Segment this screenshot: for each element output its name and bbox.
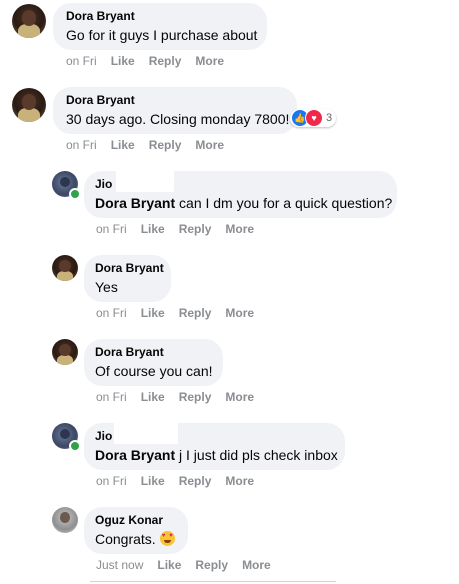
comment-author[interactable]: Dora Bryant	[66, 9, 135, 23]
avatar-dora-bryant[interactable]	[52, 339, 78, 365]
comment-text: Of course you can!	[95, 363, 213, 379]
like-button[interactable]: Like	[141, 390, 165, 404]
reply-button[interactable]: Reply	[149, 54, 182, 68]
reply-button[interactable]: Reply	[179, 222, 212, 236]
more-button[interactable]: More	[242, 558, 271, 572]
comment-actions: on Fri Like Reply More	[96, 390, 268, 404]
reply-button[interactable]: Reply	[179, 474, 212, 488]
comment-text: Go for it guys I purchase about	[66, 27, 258, 43]
reply-button[interactable]: Reply	[195, 558, 228, 572]
more-button[interactable]: More	[195, 54, 224, 68]
comment-time[interactable]: Just now	[96, 558, 143, 572]
like-button[interactable]: Like	[111, 138, 135, 152]
comment-actions: Just now Like Reply More	[96, 558, 285, 572]
comment-time[interactable]: on Fri	[66, 54, 97, 68]
online-status-icon	[69, 440, 81, 452]
like-button[interactable]: Like	[111, 54, 135, 68]
comment-time[interactable]: on Fri	[96, 222, 127, 236]
like-button[interactable]: Like	[157, 558, 181, 572]
comment-author[interactable]: Dora Bryant	[66, 93, 135, 107]
avatar-dora-bryant[interactable]	[52, 255, 78, 281]
comment-text: 30 days ago. Closing monday 7800!	[66, 111, 290, 127]
comment-actions: on Fri Like Reply More	[96, 306, 268, 320]
like-button[interactable]: Like	[141, 222, 165, 236]
comment-author[interactable]: Oguz Konar	[95, 513, 163, 527]
comment-text: Congrats.	[95, 531, 175, 547]
reaction-count: 3	[326, 112, 333, 124]
heart-icon: ♥	[305, 109, 323, 127]
avatar-oguz-konar[interactable]	[52, 507, 78, 533]
comment-text: Dora Bryant j I just did pls check inbox	[95, 447, 338, 463]
online-status-icon	[69, 188, 81, 200]
more-button[interactable]: More	[225, 222, 254, 236]
comment-author[interactable]: Jio	[95, 429, 112, 443]
comment-time[interactable]: on Fri	[96, 306, 127, 320]
comment-time[interactable]: on Fri	[96, 474, 127, 488]
comment-actions: on Fri Like Reply More	[66, 54, 238, 68]
mention-link[interactable]: Dora Bryant	[95, 195, 175, 211]
comment-time[interactable]: on Fri	[66, 138, 97, 152]
more-button[interactable]: More	[225, 390, 254, 404]
comment-text: Dora Bryant can I dm you for a quick que…	[95, 195, 392, 211]
comment-body: j I just did pls check inbox	[179, 447, 338, 463]
mention-link[interactable]: Dora Bryant	[95, 447, 175, 463]
comment-actions: on Fri Like Reply More	[96, 222, 268, 236]
redacted-area	[114, 422, 178, 444]
more-button[interactable]: More	[225, 474, 254, 488]
comment-body: can I dm you for a quick question?	[179, 195, 393, 211]
divider	[90, 581, 336, 582]
reply-button[interactable]: Reply	[149, 138, 182, 152]
heart-eyes-emoji-icon	[159, 531, 175, 546]
reactions-summary[interactable]: 👍 ♥ 3	[290, 109, 337, 127]
more-button[interactable]: More	[195, 138, 224, 152]
avatar-dora-bryant[interactable]	[12, 4, 46, 38]
reply-button[interactable]: Reply	[179, 306, 212, 320]
like-button[interactable]: Like	[141, 474, 165, 488]
comment-text: Yes	[95, 279, 118, 295]
comment-author[interactable]: Dora Bryant	[95, 345, 164, 359]
more-button[interactable]: More	[225, 306, 254, 320]
reply-button[interactable]: Reply	[179, 390, 212, 404]
avatar-dora-bryant[interactable]	[12, 88, 46, 122]
comment-actions: on Fri Like Reply More	[66, 138, 238, 152]
comment-time[interactable]: on Fri	[96, 390, 127, 404]
like-button[interactable]: Like	[141, 306, 165, 320]
redacted-area	[116, 170, 174, 192]
comment-author[interactable]: Dora Bryant	[95, 261, 164, 275]
comment-body: Congrats.	[95, 531, 156, 547]
comment-author[interactable]: Jio	[95, 177, 112, 191]
comment-actions: on Fri Like Reply More	[96, 474, 268, 488]
